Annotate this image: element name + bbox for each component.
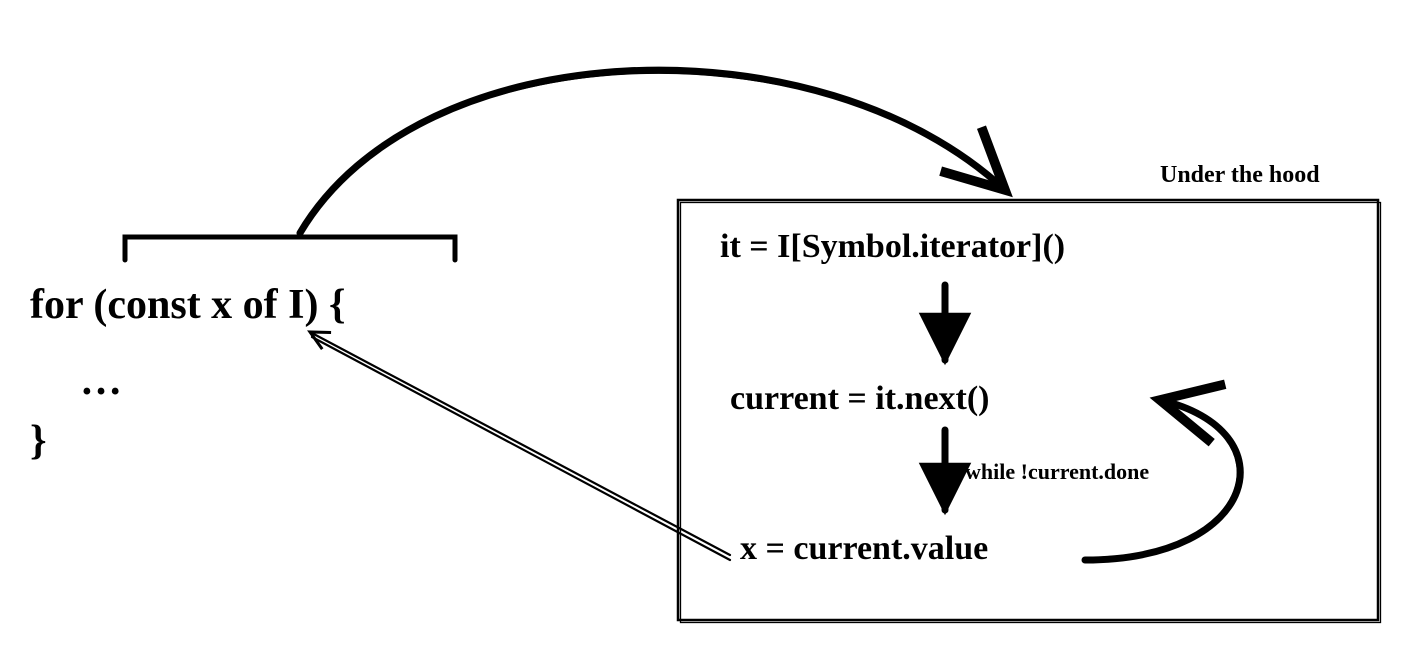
bracket-over-decl <box>125 237 455 260</box>
under-the-hood-title: Under the hood <box>1160 162 1320 188</box>
arrow-for-of-to-box <box>300 70 1005 233</box>
step-get-iterator: it = I[Symbol.iterator]() <box>720 228 1065 265</box>
step-assign-value: x = current.value <box>740 530 988 567</box>
arrow-value-to-x <box>310 332 730 555</box>
for-of-close-brace: } <box>30 418 47 464</box>
for-of-body-ellipsis: … <box>80 358 122 404</box>
step-call-next: current = it.next() <box>730 380 990 417</box>
diagram-root: for (const x of I) { … } Under the hood … <box>0 0 1408 661</box>
loop-condition: while !current.done <box>965 460 1149 484</box>
svg-overlay <box>0 0 1408 661</box>
for-of-line: for (const x of I) { <box>30 282 346 328</box>
